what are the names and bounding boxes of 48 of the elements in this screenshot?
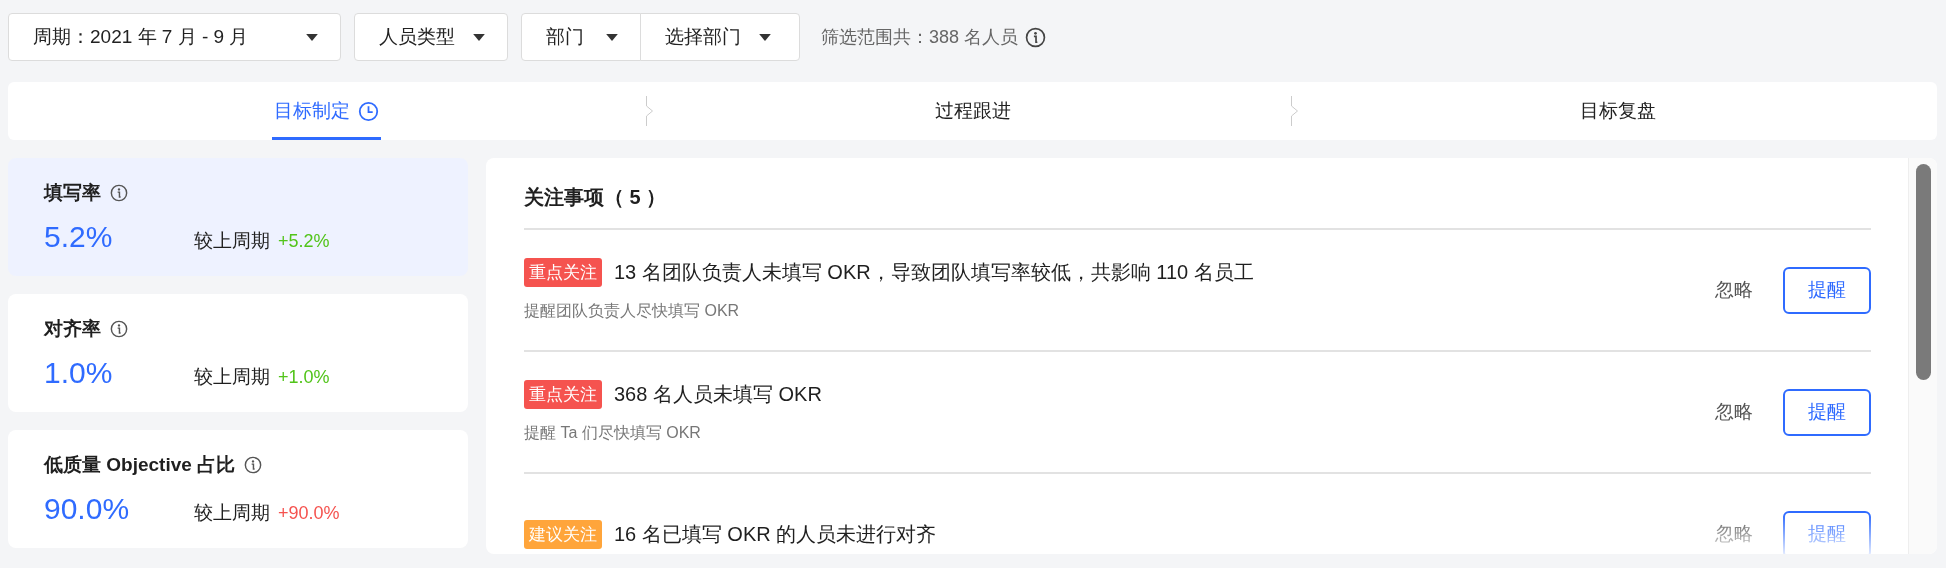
metric-title: 低质量 Objective 占比 <box>44 453 236 477</box>
issue-hint: 提醒团队负责人尽快填写 OKR <box>524 301 741 321</box>
compare-label: 较上周期 <box>194 229 270 253</box>
metric-value: 5.2% <box>44 220 114 254</box>
metric-value: 90.0% <box>44 492 131 526</box>
compare-label: 较上周期 <box>194 501 270 525</box>
metric-card[interactable]: 对齐率 1.0% 较上周期 +1.0% <box>8 294 468 412</box>
department-type-dropdown[interactable]: 部门 <box>521 13 641 61</box>
department-select-dropdown[interactable]: 选择部门 <box>640 13 800 61</box>
remind-button[interactable]: 提醒 <box>1783 388 1871 436</box>
ignore-link[interactable]: 忽略 <box>1709 276 1759 304</box>
metric-card[interactable]: 低质量 Objective 占比 90.0% 较上周期 +90.0% <box>8 430 468 548</box>
metric-card[interactable]: 填写率 5.2% 较上周期 +5.2% <box>8 158 468 276</box>
caret-icon <box>759 33 771 41</box>
remind-button[interactable]: 提醒 <box>1783 266 1871 314</box>
scope-count: 筛选范围共：388 名人员 <box>821 26 1019 49</box>
step-tab[interactable]: 目标复盘 <box>1578 82 1659 140</box>
priority-tag: 重点关注 <box>524 258 602 287</box>
caret-icon <box>606 33 618 41</box>
change-value: +90.0% <box>278 503 340 524</box>
priority-tag: 建议关注 <box>524 519 602 549</box>
filter-dropdown[interactable]: 人员类型 <box>354 13 508 61</box>
clock-icon <box>358 100 380 122</box>
step-tab[interactable]: 目标制定 <box>272 82 382 140</box>
panel-title: 关注事项（ 5 ） <box>524 158 1871 230</box>
caret-icon <box>306 33 318 41</box>
issue-hint: 提醒 Ta 们尽快填写 OKR <box>524 423 702 443</box>
info-icon <box>1025 26 1047 48</box>
priority-tag: 重点关注 <box>524 380 602 409</box>
change-value: +1.0% <box>278 367 330 388</box>
chevron-divider-icon <box>645 96 654 126</box>
chevron-divider-icon <box>1291 96 1300 126</box>
info-icon <box>110 184 128 202</box>
metric-value: 1.0% <box>44 356 114 390</box>
ignore-link[interactable]: 忽略 <box>1709 398 1759 426</box>
info-icon <box>244 456 263 474</box>
issue-title: 13 名团队负责人未填写 OKR，导致团队填写率较低，共影响 110 名员工 <box>614 260 1254 285</box>
filter-dropdown[interactable]: 周期：2021 年 7 月 - 9 月 <box>8 13 341 61</box>
scrollbar-thumb[interactable] <box>1915 164 1931 380</box>
metric-title: 填写率 <box>44 181 101 205</box>
info-icon <box>110 320 128 338</box>
caret-icon <box>473 33 485 41</box>
step-tab[interactable]: 过程跟进 <box>932 82 1013 140</box>
issue-title: 16 名已填写 OKR 的人员未进行对齐 <box>614 521 937 547</box>
metric-title: 对齐率 <box>44 317 101 341</box>
issue-title: 368 名人员未填写 OKR <box>614 382 822 407</box>
compare-label: 较上周期 <box>194 365 270 389</box>
change-value: +5.2% <box>278 231 330 252</box>
